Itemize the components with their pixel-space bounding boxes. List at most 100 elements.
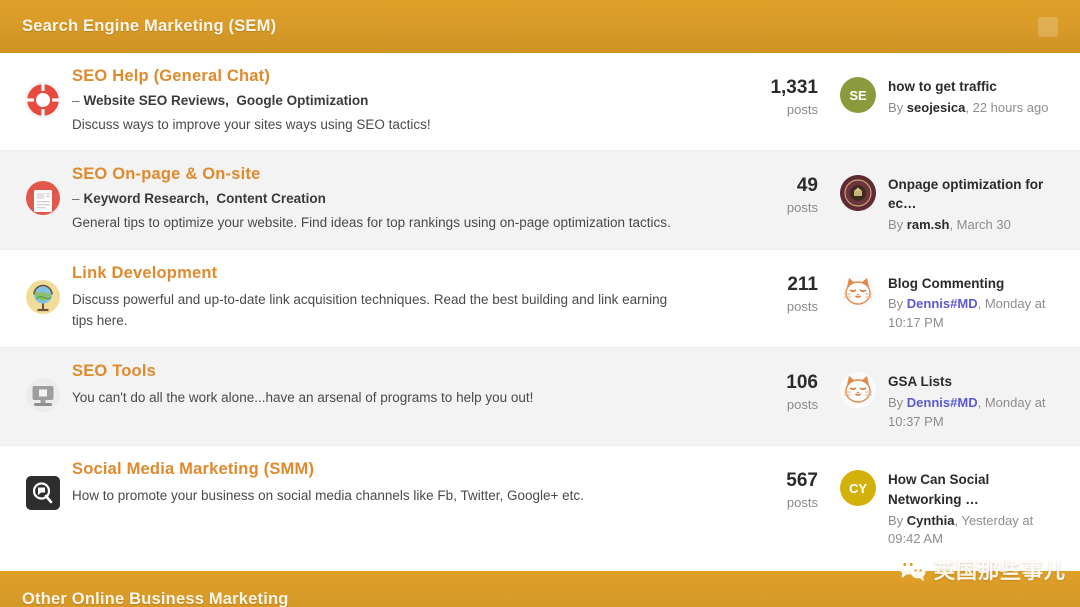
last-post-author-link[interactable]: Dennis#MD — [907, 395, 978, 410]
forum-info: Link Development Discuss powerful and up-… — [72, 264, 744, 332]
last-post-author-link[interactable]: Cynthia — [907, 513, 955, 528]
last-post-cell: Onpage optimization for ec… By ram.sh, Ma… — [822, 165, 1062, 235]
meta-comma: , — [977, 394, 985, 410]
category-title: Other Online Business Marketing — [22, 589, 289, 607]
subforum-link[interactable]: Google Optimization — [236, 93, 368, 108]
post-count-cell: 49 posts — [744, 165, 822, 215]
subforum-separator: , — [225, 93, 237, 108]
category-header-sem[interactable]: Search Engine Marketing (SEM) — [0, 0, 1080, 53]
last-post-meta: By ram.sh, March 30 — [888, 216, 1062, 235]
forum-info: SEO On-page & On-site – Keyword Research, … — [72, 165, 744, 234]
forum-list: SEO Help (General Chat) – Website SEO Revi… — [0, 53, 1080, 564]
post-count-label: posts — [786, 101, 818, 117]
last-post-author-link[interactable]: ram.sh — [907, 217, 950, 232]
post-count-label: posts — [786, 199, 818, 215]
forum-row[interactable]: SEO On-page & On-site – Keyword Research, … — [0, 150, 1080, 250]
last-post-cell: SE how to get traffic By seojesica, 22 hou… — [822, 67, 1062, 117]
last-post-meta: By seojesica, 22 hours ago — [888, 99, 1048, 118]
subforum-dash: – — [72, 93, 80, 108]
forum-info: SEO Help (General Chat) – Website SEO Revi… — [72, 67, 744, 136]
last-post-time: 22 hours ago — [972, 99, 1049, 115]
collapse-toggle-icon[interactable] — [1038, 16, 1058, 37]
last-post-text: Onpage optimization for ec… By ram.sh, Ma… — [888, 175, 1062, 235]
subforum-separator: , — [205, 190, 217, 206]
last-post-cell: GSA Lists By Dennis#MD, Monday at 10:37 P… — [822, 362, 1062, 431]
last-post-title-link[interactable]: How Can Social Networking … — [888, 470, 1062, 509]
avatar[interactable] — [840, 273, 876, 310]
post-count-value: 1,331 — [770, 77, 818, 98]
post-count-value: 106 — [786, 372, 818, 394]
post-count-cell: 211 posts — [744, 264, 822, 314]
last-post-title-link[interactable]: Onpage optimization for ec… — [888, 175, 1062, 214]
forum-description: Discuss powerful and up-to-date link acq… — [72, 291, 668, 328]
document-icon — [26, 180, 60, 215]
last-post-meta: By Cynthia, Yesterday at 09:42 AM — [888, 512, 1062, 550]
speech-bubble-icon — [26, 476, 60, 511]
cat-avatar-icon — [840, 372, 876, 409]
forum-icon-cell — [14, 67, 72, 119]
last-post-text: how to get traffic By seojesica, 22 hours… — [888, 77, 1048, 117]
forum-title-link[interactable]: SEO Tools — [72, 362, 156, 381]
last-post-cell: Blog Commenting By Dennis#MD, Monday at 1… — [822, 264, 1062, 333]
post-count-label: posts — [786, 396, 818, 412]
avatar[interactable] — [840, 174, 876, 211]
by-label: By — [888, 217, 904, 233]
forum-row[interactable]: SEO Help (General Chat) – Website SEO Revi… — [0, 53, 1080, 151]
subforum-link[interactable]: Content Creation — [216, 191, 326, 206]
last-post-title-link[interactable]: how to get traffic — [888, 77, 1048, 97]
forum-info: Social Media Marketing (SMM) How to promo… — [72, 460, 744, 507]
forum-description: Discuss ways to improve your sites ways … — [72, 117, 431, 132]
subforum-list: – Website SEO Reviews, Google Optimizatio… — [72, 93, 730, 108]
post-count-cell: 106 posts — [744, 362, 822, 412]
avatar[interactable]: SE — [840, 77, 876, 113]
forum-row[interactable]: Social Media Marketing (SMM) How to promo… — [0, 446, 1080, 564]
subforum-link[interactable]: Keyword Research — [84, 191, 206, 206]
forum-category-listing: Search Engine Marketing (SEM) SEO Help (… — [0, 0, 1080, 607]
forum-title-link[interactable]: SEO On-page & On-site — [72, 165, 260, 184]
forum-description: You can't do all the work alone...have a… — [72, 390, 534, 406]
forum-info: SEO Tools You can't do all the work alone… — [72, 362, 744, 409]
post-count-value: 49 — [796, 174, 818, 196]
lifebuoy-icon — [24, 81, 62, 119]
post-count-cell: 1,331 posts — [744, 67, 822, 117]
last-post-meta: By Dennis#MD, Monday at 10:37 PM — [888, 394, 1062, 432]
forum-title-link[interactable]: Social Media Marketing (SMM) — [72, 460, 314, 479]
last-post-text: Blog Commenting By Dennis#MD, Monday at 1… — [888, 274, 1062, 333]
last-post-text: GSA Lists By Dennis#MD, Monday at 10:37 P… — [888, 372, 1062, 431]
post-count-cell: 567 posts — [744, 460, 822, 510]
by-label: By — [888, 394, 904, 410]
last-post-title-link[interactable]: GSA Lists — [888, 372, 1062, 392]
meta-comma: , — [949, 217, 957, 233]
last-post-cell: CY How Can Social Networking … By Cynthia,… — [822, 460, 1062, 549]
forum-title-link[interactable]: SEO Help (General Chat) — [72, 67, 270, 86]
subforum-link[interactable]: Website SEO Reviews — [84, 93, 226, 108]
meta-comma: , — [977, 296, 985, 312]
category-header-other[interactable]: Other Online Business Marketing — [0, 571, 1080, 607]
avatar[interactable] — [840, 372, 876, 409]
by-label: By — [888, 512, 904, 528]
seal-avatar-icon — [840, 174, 876, 211]
last-post-author-link[interactable]: seojesica — [907, 100, 966, 115]
cat-avatar-icon — [840, 273, 876, 310]
post-count-value: 567 — [786, 470, 818, 492]
forum-icon-cell — [14, 362, 72, 414]
post-count-label: posts — [786, 298, 818, 314]
by-label: By — [888, 296, 904, 312]
forum-icon-cell — [14, 460, 72, 512]
last-post-meta: By Dennis#MD, Monday at 10:17 PM — [888, 295, 1062, 333]
meta-comma: , — [965, 99, 973, 115]
avatar[interactable]: CY — [840, 470, 876, 507]
post-count-label: posts — [786, 495, 818, 511]
last-post-title-link[interactable]: Blog Commenting — [888, 274, 1062, 294]
forum-title-link[interactable]: Link Development — [72, 264, 217, 283]
last-post-text: How Can Social Networking … By Cynthia, Y… — [888, 470, 1062, 549]
category-title: Search Engine Marketing (SEM) — [22, 17, 277, 35]
forum-row[interactable]: Link Development Discuss powerful and up-… — [0, 249, 1080, 349]
last-post-author-link[interactable]: Dennis#MD — [907, 296, 978, 311]
by-label: By — [888, 99, 904, 115]
forum-description: How to promote your business on social m… — [72, 488, 584, 504]
globe-icon — [26, 279, 60, 314]
forum-row[interactable]: SEO Tools You can't do all the work alone… — [0, 348, 1080, 447]
monitor-icon — [26, 378, 60, 413]
subforum-dash: – — [72, 190, 80, 206]
